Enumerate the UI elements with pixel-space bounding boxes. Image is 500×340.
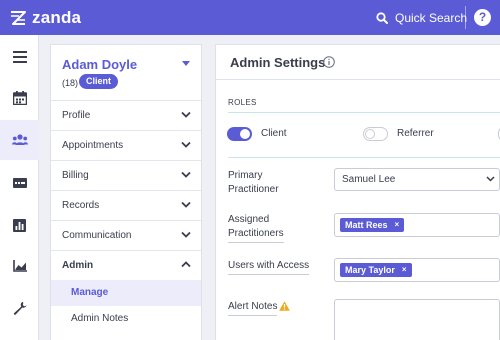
client-nav-profile[interactable]: Profile (51, 100, 201, 130)
wrench-settings-icon (13, 301, 27, 315)
assigned-practitioners-label-line1: Assigned (228, 214, 270, 225)
toggle-knob (240, 129, 250, 139)
search-icon (376, 12, 388, 24)
client-nav-communication[interactable]: Communication (51, 220, 201, 250)
client-role-toggle[interactable] (227, 127, 252, 141)
client-nav-label: Admin (62, 260, 94, 271)
primary-practitioner-label: Primary Practitioner (228, 169, 279, 198)
client-nav-label: Communication (62, 230, 132, 241)
zanda-logo-icon (11, 11, 26, 25)
client-panel: Adam Doyle (18) Client Profile Appointme… (50, 44, 202, 340)
practitioner-chip-label: Matt Rees (345, 220, 388, 230)
assigned-practitioners-label: Assigned Practitioners (228, 213, 284, 243)
client-age: (18) (62, 78, 79, 88)
admin-sub-item-label: Admin Notes (71, 313, 129, 324)
client-nav-appointments[interactable]: Appointments (51, 130, 201, 160)
analytics-line-chart-icon (12, 260, 27, 272)
quick-search-label: Quick Search (395, 11, 468, 25)
practitioner-chip: Matt Rees × (340, 218, 405, 232)
alert-notes-label: Alert Notes (228, 300, 278, 316)
rail-item-reports[interactable] (0, 205, 39, 245)
client-nav-label: Records (62, 200, 100, 211)
admin-sub-item-manage[interactable]: Manage (51, 280, 201, 306)
chip-remove-icon[interactable]: × (402, 263, 407, 277)
roles-bottom-divider (228, 157, 500, 158)
toggle-knob (365, 129, 375, 139)
primary-practitioner-label-line1: Primary (228, 170, 263, 181)
admin-settings-panel: Admin Settings ROLES Client Referrer Pri… (215, 44, 500, 340)
admin-sub-item-admin-notes[interactable]: Admin Notes (51, 306, 201, 332)
rail-item-calendar[interactable] (0, 78, 39, 118)
chevron-down-icon (486, 176, 495, 182)
client-switch-caret-icon[interactable] (182, 61, 190, 66)
assigned-practitioners-label-line2: Practitioners (228, 228, 284, 239)
primary-practitioner-label-line2: Practitioner (228, 184, 279, 195)
rail-item-settings[interactable] (0, 288, 39, 328)
chip-remove-icon[interactable]: × (395, 218, 400, 232)
quick-search-button[interactable]: Quick Search (376, 9, 467, 27)
menu-toggle-button[interactable] (0, 37, 39, 77)
referrer-role-toggle[interactable] (363, 127, 388, 141)
client-nav-billing[interactable]: Billing (51, 160, 201, 190)
users-with-access-label: Users with Access (228, 259, 310, 275)
clients-group-icon (11, 134, 28, 145)
reports-chart-icon (13, 218, 26, 232)
roles-divider (228, 112, 500, 113)
warning-icon (279, 301, 290, 311)
client-role-label: Client (261, 128, 287, 139)
zanda-logo[interactable]: zanda (8, 7, 81, 29)
alert-notes-textarea[interactable] (334, 299, 500, 340)
roles-section-label: ROLES (228, 98, 257, 107)
referrer-role-label: Referrer (397, 128, 434, 139)
rail-item-billing[interactable] (0, 163, 39, 203)
page-title: Admin Settings (230, 55, 326, 70)
chevron-down-icon (181, 111, 191, 118)
user-access-chip: Mary Taylor × (340, 263, 412, 277)
top-bar-divider (465, 6, 466, 29)
primary-practitioner-select[interactable]: Samuel Lee (334, 168, 500, 191)
top-bar: zanda Quick Search ? (0, 0, 500, 35)
client-nav-label: Profile (62, 110, 91, 121)
user-access-chip-label: Mary Taylor (345, 265, 395, 275)
rail-item-clients[interactable] (0, 120, 39, 160)
client-name[interactable]: Adam Doyle (62, 57, 137, 72)
client-nav-label: Appointments (62, 140, 124, 151)
users-with-access-input[interactable]: Mary Taylor × (334, 258, 500, 282)
info-icon[interactable] (323, 56, 335, 68)
left-nav-rail (0, 35, 39, 340)
primary-practitioner-value: Samuel Lee (342, 174, 396, 185)
client-nav-records[interactable]: Records (51, 190, 201, 220)
brand-name: zanda (32, 8, 82, 27)
chevron-down-icon (181, 171, 191, 178)
assigned-practitioners-input[interactable]: Matt Rees × (334, 213, 500, 237)
client-nav-admin[interactable]: Admin (51, 250, 201, 280)
client-nav-label: Billing (62, 170, 89, 181)
chevron-down-icon (181, 141, 191, 148)
admin-sub-item-label: Manage (71, 287, 109, 298)
rail-item-analytics[interactable] (0, 246, 39, 286)
hamburger-menu-icon (12, 51, 27, 63)
help-button[interactable]: ? (474, 9, 491, 26)
calendar-icon (12, 91, 27, 105)
title-divider (216, 79, 500, 80)
billing-card-icon (12, 178, 27, 188)
chevron-down-icon (181, 201, 191, 208)
chevron-down-icon (181, 231, 191, 238)
chevron-up-icon (181, 261, 191, 268)
client-role-badge: Client (79, 74, 119, 89)
